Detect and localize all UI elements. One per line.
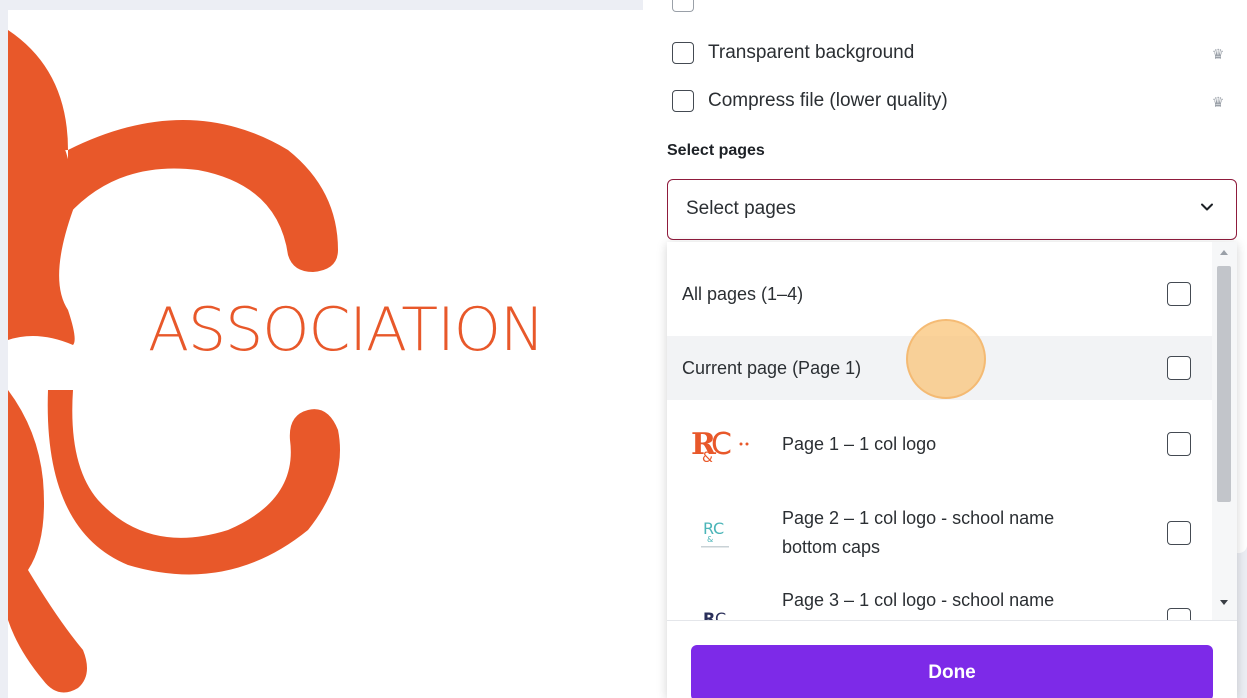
crown-icon: ♛ xyxy=(1211,46,1225,62)
page-2-label: Page 2 – 1 col logo - school name bottom… xyxy=(782,508,1054,558)
page-2-label-line-2: bottom caps xyxy=(782,537,881,557)
svg-text:&: & xyxy=(702,450,713,464)
transparent-background-checkbox[interactable] xyxy=(672,42,694,64)
design-canvas: ASSOCIATION xyxy=(8,10,688,698)
page-2-checkbox[interactable] xyxy=(1167,521,1191,545)
select-pages-value: Select pages xyxy=(686,198,796,219)
page-2-thumbnail: R C & xyxy=(701,519,729,548)
scroll-down-arrow-icon[interactable] xyxy=(1220,600,1228,605)
page-1-checkbox[interactable] xyxy=(1167,432,1191,456)
transparent-background-label: Transparent background xyxy=(708,42,915,63)
transparent-background-option[interactable]: Transparent background xyxy=(672,42,914,64)
page-1-thumbnail: R C & xyxy=(691,427,749,464)
select-pages-dropdown[interactable]: Select pages xyxy=(667,179,1237,240)
page-2-label-line-1: Page 2 – 1 col logo - school name xyxy=(782,508,1055,528)
list-item-page-1[interactable]: R C & Page 1 – 1 col logo xyxy=(667,404,1212,484)
current-page-label: Current page (Page 1) xyxy=(682,357,862,378)
compress-file-label: Compress file (lower quality) xyxy=(708,90,948,111)
done-button[interactable]: Done xyxy=(691,645,1213,698)
svg-text:C: C xyxy=(711,427,732,462)
chevron-down-icon xyxy=(1201,203,1213,211)
association-text: ASSOCIATION xyxy=(148,295,545,365)
scroll-up-arrow-icon[interactable] xyxy=(1220,250,1228,255)
svg-text:C: C xyxy=(713,519,724,538)
scrollbar-thumb[interactable] xyxy=(1217,266,1231,502)
all-pages-checkbox[interactable] xyxy=(1167,282,1191,306)
dropdown-footer: Done xyxy=(667,620,1237,698)
page-1-label: Page 1 – 1 col logo xyxy=(782,433,937,454)
click-indicator xyxy=(906,319,986,399)
all-pages-label: All pages (1–4) xyxy=(682,283,804,304)
svg-text:&: & xyxy=(707,535,713,544)
pages-dropdown-list: All pages (1–4) Current page (Page 1) R … xyxy=(667,242,1237,698)
compress-file-option[interactable]: Compress file (lower quality) xyxy=(672,90,948,112)
list-item-page-2[interactable]: R C & Page 2 – 1 col logo - school name … xyxy=(667,488,1212,578)
page-3-label: Page 3 – 1 col logo - school name xyxy=(782,589,1055,610)
select-pages-heading: Select pages xyxy=(667,142,765,159)
dropdown-scrollbar[interactable] xyxy=(1212,242,1237,620)
crown-icon: ♛ xyxy=(1211,94,1225,110)
compress-file-checkbox[interactable] xyxy=(672,90,694,112)
cut-off-checkbox xyxy=(672,0,694,12)
current-page-checkbox[interactable] xyxy=(1167,356,1191,380)
